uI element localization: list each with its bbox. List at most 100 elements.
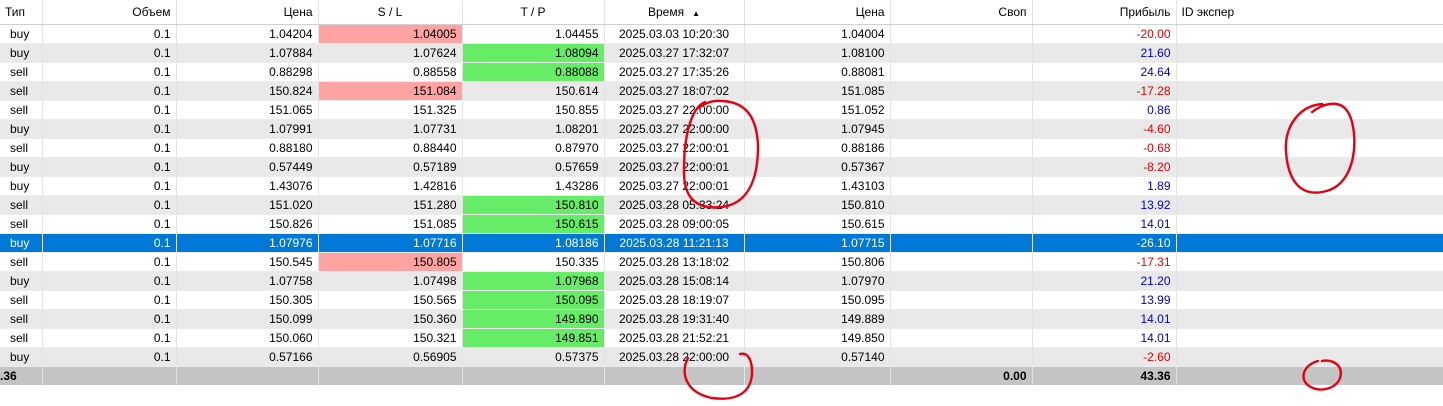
cell-open-time: 2025.03.28 11:21:13 — [604, 233, 745, 253]
col-header-expert-id[interactable]: ID экспер — [1176, 0, 1443, 25]
cell-take-profit: 1.08186 — [462, 233, 605, 253]
col-header-sl[interactable]: S / L — [318, 0, 463, 25]
cell-type: buy — [0, 157, 43, 177]
table-row[interactable]: buy 0.1 1.04204 1.04005 1.04455 2025.03.03 10… — [0, 24, 1443, 44]
col-header-time[interactable]: Время ▲ — [604, 0, 745, 25]
col-header-price[interactable]: Цена — [176, 0, 319, 25]
cell-open-price: 0.57166 — [176, 347, 319, 367]
cell-swap — [890, 271, 1033, 291]
cell-current-price: 150.615 — [744, 214, 891, 234]
cell-swap — [890, 195, 1033, 215]
cell-stop-loss: 151.280 — [318, 195, 463, 215]
cell-stop-loss: 150.321 — [318, 328, 463, 348]
cell-open-time: 2025.03.03 10:20:30 — [604, 24, 745, 44]
cell-expert-id: 1 — [1176, 214, 1443, 234]
cell-volume: 0.1 — [42, 347, 177, 367]
table-row[interactable]: sell 0.1 150.545 150.805 150.335 2025.03.28 1… — [0, 252, 1443, 272]
table-row[interactable]: sell 0.1 151.065 151.325 150.855 2025.03.27 2… — [0, 100, 1443, 120]
cell-take-profit: 0.57375 — [462, 347, 605, 367]
table-row[interactable]: buy 0.1 0.57166 0.56905 0.57375 2025.03.28 22… — [0, 347, 1443, 367]
cell-open-price: 151.020 — [176, 195, 319, 215]
cell-volume: 0.1 — [42, 43, 177, 63]
cell-open-price: 1.07991 — [176, 119, 319, 139]
cell-open-time: 2025.03.28 05:33:24 — [604, 195, 745, 215]
total-swap: 0.00 — [890, 366, 1033, 385]
cell-volume: 0.1 — [42, 81, 177, 101]
cell-open-price: 151.065 — [176, 100, 319, 120]
cell-profit: 21.60 — [1032, 43, 1177, 63]
cell-expert-id: 1 — [1176, 309, 1443, 329]
cell-swap — [890, 309, 1033, 329]
table-row[interactable]: sell 0.1 151.020 151.280 150.810 2025.03.28 0… — [0, 195, 1443, 215]
col-header-profit[interactable]: Прибыль — [1032, 0, 1177, 25]
table-row[interactable]: buy 0.1 1.43076 1.42816 1.43286 2025.03.27 22… — [0, 176, 1443, 196]
cell-profit: 0.86 — [1032, 100, 1177, 120]
cell-type: buy — [0, 24, 43, 44]
cell-type: sell — [0, 309, 43, 329]
cell-swap — [890, 347, 1033, 367]
cell-current-price: 151.085 — [744, 81, 891, 101]
cell-take-profit: 1.43286 — [462, 176, 605, 196]
cell-stop-loss: 1.07731 — [318, 119, 463, 139]
col-header-tp[interactable]: T / P — [462, 0, 605, 25]
cell-expert-id: 1 — [1176, 290, 1443, 310]
cell-open-price: 1.07884 — [176, 43, 319, 63]
col-header-swap[interactable]: Своп — [890, 0, 1033, 25]
cell-type: sell — [0, 81, 43, 101]
cell-stop-loss: 150.360 — [318, 309, 463, 329]
table-row[interactable]: sell 0.1 150.060 150.321 149.851 2025.03.28 2… — [0, 328, 1443, 348]
cell-type: sell — [0, 62, 43, 82]
cell-stop-loss: 0.88558 — [318, 62, 463, 82]
table-row[interactable]: sell 0.1 150.824 151.084 150.614 2025.03.27 1… — [0, 81, 1443, 101]
col-header-current-price[interactable]: Цена — [744, 0, 891, 25]
table-row[interactable]: sell 0.1 150.826 151.085 150.615 2025.03.28 0… — [0, 214, 1443, 234]
cell-profit: -26.10 — [1032, 233, 1177, 253]
cell-volume: 0.1 — [42, 119, 177, 139]
cell-open-time: 2025.03.28 19:31:40 — [604, 309, 745, 329]
cell-open-price: 150.824 — [176, 81, 319, 101]
cell-open-time: 2025.03.27 22:00:00 — [604, 100, 745, 120]
table-row[interactable]: buy 0.1 1.07976 1.07716 1.08186 2025.03.28 11… — [0, 233, 1443, 253]
col-header-volume[interactable]: Объем — [42, 0, 177, 25]
table-row[interactable]: buy 0.1 0.57449 0.57189 0.57659 2025.03.27 22… — [0, 157, 1443, 177]
cell-expert-id: 1 — [1176, 24, 1443, 44]
cell-type: sell — [0, 100, 43, 120]
cell-open-price: 0.88298 — [176, 62, 319, 82]
cell-stop-loss: 0.56905 — [318, 347, 463, 367]
table-row[interactable]: sell 0.1 0.88180 0.88440 0.87970 2025.03.27 2… — [0, 138, 1443, 158]
cell-take-profit: 1.08201 — [462, 119, 605, 139]
cell-expert-id: 1 — [1176, 271, 1443, 291]
cell-profit: 14.01 — [1032, 328, 1177, 348]
cell-open-time: 2025.03.27 22:00:01 — [604, 157, 745, 177]
cell-expert-id: 1 — [1176, 119, 1443, 139]
table-row[interactable]: buy 0.1 1.07758 1.07498 1.07968 2025.03.28 15… — [0, 271, 1443, 291]
cell-volume: 0.1 — [42, 328, 177, 348]
table-row[interactable]: buy 0.1 1.07991 1.07731 1.08201 2025.03.27 22… — [0, 119, 1443, 139]
cell-take-profit: 1.04455 — [462, 24, 605, 44]
cell-stop-loss: 1.42816 — [318, 176, 463, 196]
cell-swap — [890, 233, 1033, 253]
cell-stop-loss: 150.565 — [318, 290, 463, 310]
cell-open-price: 150.305 — [176, 290, 319, 310]
col-header-type[interactable]: Тип — [0, 0, 43, 25]
cell-volume: 0.1 — [42, 252, 177, 272]
table-row[interactable]: buy 0.1 1.07884 1.07624 1.08094 2025.03.27 17… — [0, 43, 1443, 63]
table-row[interactable]: sell 0.1 150.305 150.565 150.095 2025.03.28 1… — [0, 290, 1443, 310]
cell-type: buy — [0, 176, 43, 196]
cell-volume: 0.1 — [42, 271, 177, 291]
cell-current-price: 0.57140 — [744, 347, 891, 367]
cell-take-profit: 150.095 — [462, 290, 605, 310]
table-row[interactable]: sell 0.1 150.099 150.360 149.890 2025.03.28 1… — [0, 309, 1443, 329]
cell-current-price: 0.88186 — [744, 138, 891, 158]
cell-volume: 0.1 — [42, 176, 177, 196]
totals-row: .36 0.00 43.36 — [0, 366, 1443, 385]
cell-swap — [890, 157, 1033, 177]
cell-expert-id: 1 — [1176, 81, 1443, 101]
table-row[interactable]: sell 0.1 0.88298 0.88558 0.88088 2025.03.27 1… — [0, 62, 1443, 82]
cell-stop-loss: 1.07716 — [318, 233, 463, 253]
cell-expert-id: 1 — [1176, 195, 1443, 215]
cell-profit: -17.28 — [1032, 81, 1177, 101]
cell-type: sell — [0, 252, 43, 272]
cell-expert-id: 1 — [1176, 233, 1443, 253]
cell-type: sell — [0, 290, 43, 310]
